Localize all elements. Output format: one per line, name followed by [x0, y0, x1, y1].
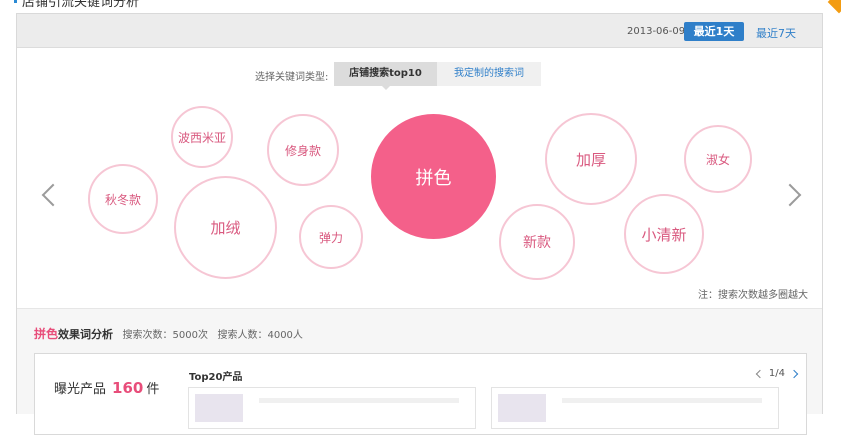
product-pager: 1/4: [755, 368, 799, 379]
chevron-left-icon[interactable]: [41, 183, 65, 207]
keyword-bubble[interactable]: 弹力: [299, 205, 363, 269]
chevron-right-icon[interactable]: [778, 183, 802, 207]
keyword-bubble[interactable]: 波西米亚: [171, 106, 233, 168]
keyword-bubble[interactable]: 淑女: [684, 125, 752, 193]
search-count: 搜索次数：5000次: [122, 330, 208, 341]
page-title-strip: [14, 0, 17, 3]
panel-header: 2013-06-09 最近1天 最近7天: [17, 14, 822, 48]
keyword-analysis-panel: 2013-06-09 最近1天 最近7天 选择关键词类型: 店铺搜索top10 …: [16, 13, 823, 435]
chevron-left-icon[interactable]: [755, 369, 765, 378]
keyword-type-label: 选择关键词类型:: [255, 72, 329, 83]
product-card[interactable]: [188, 387, 476, 429]
bubble-size-note: 注：搜索次数越多圈越大: [698, 290, 808, 301]
keyword-bubble[interactable]: 加绒: [174, 176, 277, 279]
keyword-bubble[interactable]: 小清新: [624, 194, 704, 274]
pager-text: 1/4: [768, 368, 785, 379]
report-date: 2013-06-09: [627, 26, 686, 37]
product-card[interactable]: [491, 387, 779, 429]
exposure-unit: 件: [146, 382, 160, 397]
keyword-bubble[interactable]: 加厚: [545, 113, 637, 205]
exposed-products-box: 曝光产品 160 件 Top20产品 1/4: [34, 353, 807, 435]
top20-products-title: Top20产品: [189, 372, 243, 383]
tab-shop-search-top10[interactable]: 店铺搜索top10: [334, 62, 437, 86]
last-1-day-button[interactable]: 最近1天: [684, 22, 744, 41]
keyword-bubble[interactable]: 修身款: [267, 114, 339, 186]
tab-custom-search-terms[interactable]: 我定制的搜索词: [437, 62, 541, 86]
exposure-count: 160: [112, 379, 144, 397]
analysis-summary: 拼色效果词分析 搜索次数：5000次 搜索人数：4000人: [34, 325, 303, 342]
product-thumbnail: [498, 394, 546, 422]
exposure-summary: 曝光产品 160 件: [54, 378, 159, 397]
last-7-days-link[interactable]: 最近7天: [756, 25, 796, 41]
corner-mark: [827, 0, 841, 14]
active-tab-pointer-icon: [381, 85, 391, 90]
analysis-keyword: 拼色: [34, 327, 59, 341]
analysis-label: 效果词分析: [58, 328, 114, 341]
page-title: 店铺引流关键词分析: [22, 0, 140, 10]
keyword-bubble-active[interactable]: 拼色: [371, 114, 496, 239]
exposure-label: 曝光产品: [54, 382, 107, 397]
searcher-count: 搜索人数：4000人: [217, 330, 303, 341]
keyword-bubble[interactable]: 新款: [499, 204, 575, 280]
product-thumbnail: [195, 394, 243, 422]
keyword-bubble[interactable]: 秋冬款: [88, 164, 158, 234]
chevron-right-icon[interactable]: [789, 369, 799, 378]
